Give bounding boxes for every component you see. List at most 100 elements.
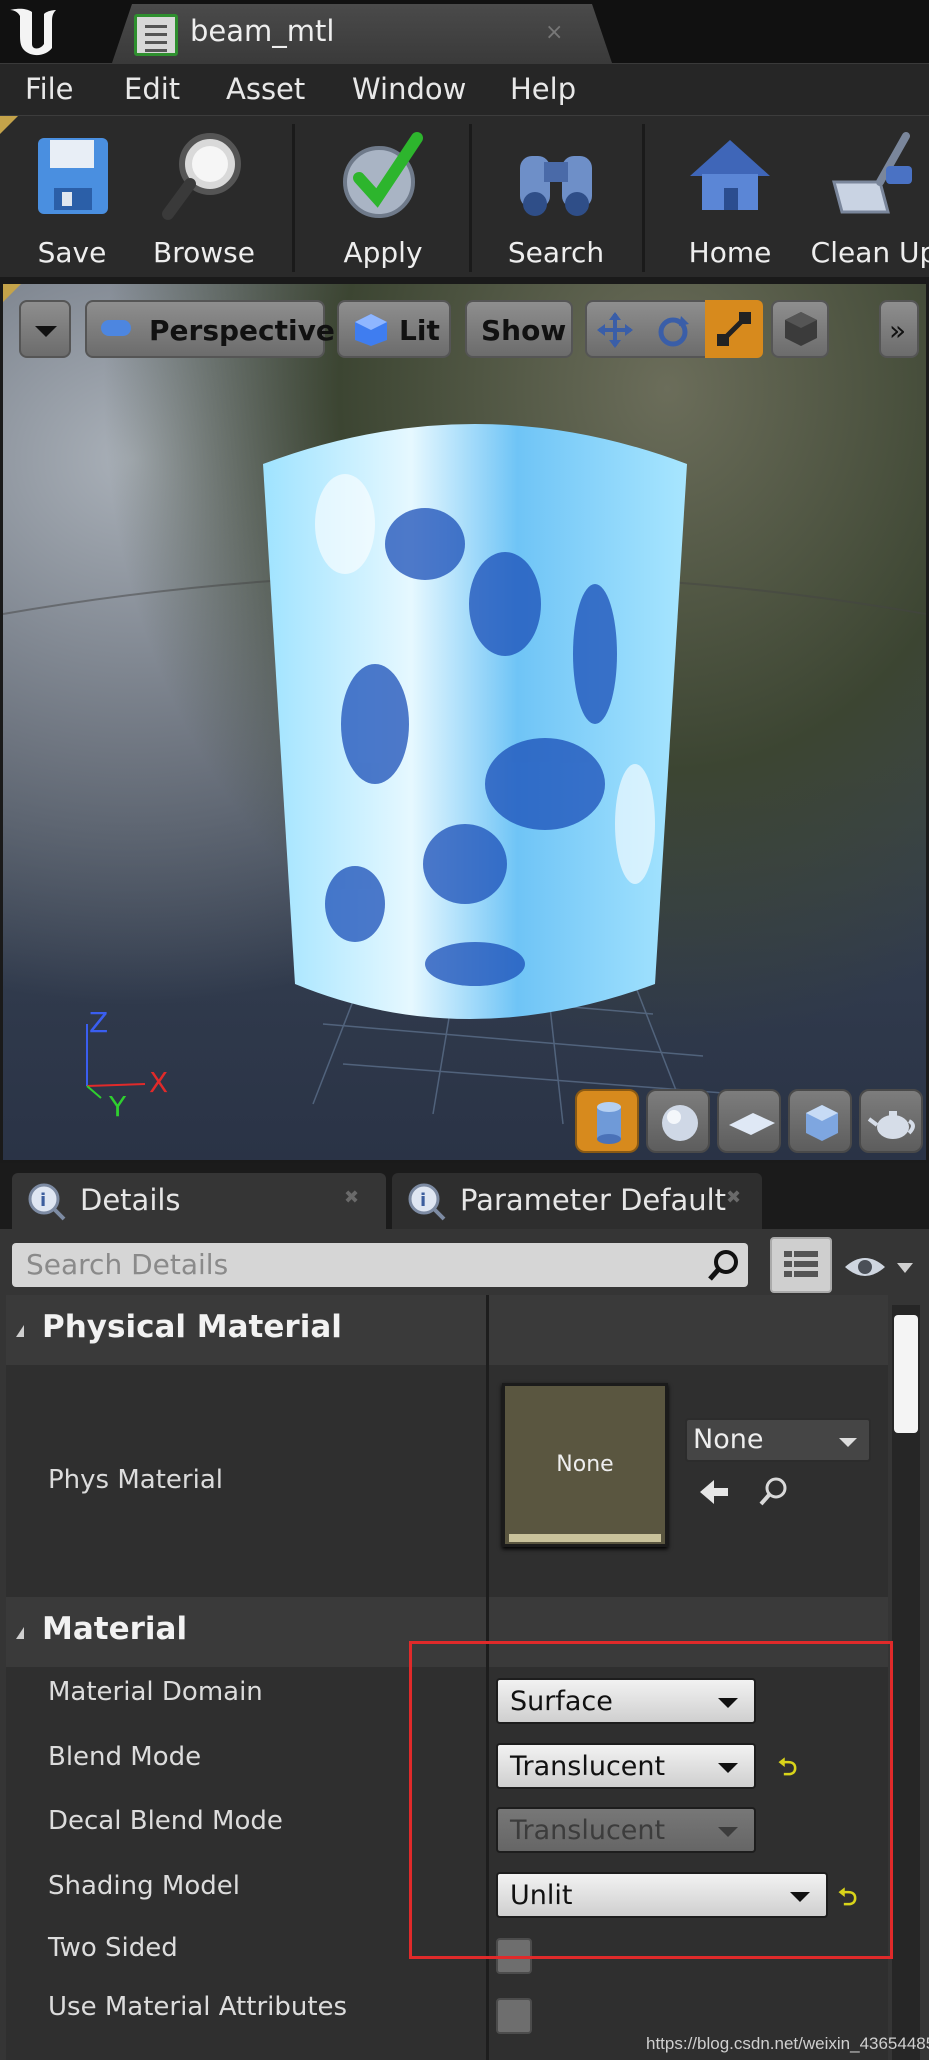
binoculars-search-icon (520, 156, 592, 216)
annotation-highlight-box (409, 1641, 893, 1959)
viewport-options-button[interactable] (19, 300, 71, 358)
details-scrollbar[interactable] (892, 1305, 920, 2060)
tab-parameter-default[interactable]: i Parameter Default ✖ (392, 1173, 762, 1229)
preview-teapot-button[interactable] (859, 1089, 923, 1153)
clean-up-label: Clean Up (810, 236, 929, 269)
checkmark-apply-icon (343, 132, 423, 218)
blend-mode-label: Blend Mode (48, 1742, 202, 1772)
rotate-tool-icon[interactable] (653, 312, 693, 348)
view-options-eye-icon[interactable] (843, 1247, 923, 1287)
close-tab-icon[interactable]: × (545, 20, 563, 45)
svg-text:i: i (420, 1190, 426, 1211)
axis-x-label: X (149, 1066, 169, 1099)
search-icon (708, 1250, 738, 1281)
category-physical-material[interactable]: Physical Material (6, 1295, 888, 1365)
save-label: Save (37, 236, 107, 269)
menu-help[interactable]: Help (510, 72, 576, 106)
preview-sphere-button[interactable] (646, 1089, 710, 1153)
search-placeholder: Search Details (26, 1248, 229, 1281)
tab-details[interactable]: i Details ✖ (12, 1173, 386, 1229)
show-button[interactable]: Show (465, 300, 573, 358)
browse-asset-icon[interactable] (756, 1474, 792, 1508)
axis-gizmo: Z X Y (75, 1006, 185, 1123)
phys-material-thumbnail[interactable]: None (502, 1383, 668, 1547)
browse-label: Browse (153, 236, 255, 269)
shading-model-label: Shading Model (48, 1871, 240, 1901)
asset-tab[interactable]: beam_mtl × (112, 4, 612, 63)
panel-tab-bar: i Details ✖ i Parameter Default ✖ (0, 1163, 929, 1229)
apply-button[interactable]: Apply (324, 126, 442, 271)
clean-up-button[interactable]: Clean Up (806, 126, 929, 271)
use-material-attributes-checkbox[interactable] (496, 1998, 532, 2034)
category-label: Physical Material (42, 1309, 342, 1345)
material-asset-icon (134, 14, 178, 56)
toolbar-corner-marker (0, 116, 18, 134)
asset-tab-title: beam_mtl (190, 14, 335, 48)
phys-material-value: None (693, 1424, 764, 1455)
column-divider (486, 1295, 489, 1597)
scale-tool-icon (717, 312, 751, 346)
use-selected-arrow-icon[interactable] (696, 1476, 732, 1508)
decal-blend-mode-label: Decal Blend Mode (48, 1806, 283, 1836)
translate-tool-icon[interactable] (595, 312, 635, 348)
camera-speed-button[interactable] (771, 300, 829, 358)
preview-cube-button[interactable] (788, 1089, 852, 1153)
apply-label: Apply (343, 236, 423, 269)
sphere-icon (662, 1105, 698, 1141)
scrollbar-thumb[interactable] (894, 1315, 918, 1433)
menu-file[interactable]: File (25, 72, 74, 106)
title-bar: beam_mtl × (0, 0, 929, 63)
thumbnail-asset-bar (509, 1534, 661, 1542)
tab-parameter-default-label: Parameter Default (460, 1183, 727, 1217)
preview-cylinder-button[interactable] (575, 1089, 639, 1153)
more-options-button[interactable]: » (879, 300, 919, 358)
two-sided-label: Two Sided (48, 1933, 178, 1963)
axis-z-label: Z (89, 1006, 109, 1039)
toolbar-separator (642, 124, 645, 272)
home-label: Home (688, 236, 772, 269)
close-tab-icon[interactable]: ✖ (344, 1187, 359, 1208)
menu-window[interactable]: Window (352, 72, 466, 106)
preview-viewport[interactable]: Perspective Lit Show » Z X Y (0, 281, 929, 1163)
collapse-triangle-icon (16, 1627, 24, 1639)
home-button[interactable]: Home (676, 126, 784, 271)
property-matrix-button[interactable] (770, 1237, 832, 1293)
browse-button[interactable]: Browse (146, 126, 262, 271)
preview-plane-button[interactable] (717, 1089, 781, 1153)
use-material-attributes-label: Use Material Attributes (48, 1992, 348, 2022)
dustpan-clean-icon (832, 132, 912, 214)
lit-button[interactable]: Lit (337, 300, 451, 358)
details-icon: i (408, 1183, 446, 1221)
menu-bar: File Edit Asset Window Help (0, 63, 929, 115)
cube-icon (785, 312, 817, 346)
phys-material-asset-picker[interactable]: None (685, 1418, 871, 1462)
toolbar-separator (469, 124, 472, 272)
menu-asset[interactable]: Asset (226, 72, 305, 106)
search-button[interactable]: Search (498, 126, 614, 271)
collapse-triangle-icon (16, 1325, 24, 1337)
menu-edit[interactable]: Edit (124, 72, 180, 106)
beam-material-preview-cylinder (263, 424, 687, 1019)
show-label: Show (481, 314, 567, 347)
scale-tool-button[interactable] (705, 300, 763, 358)
lit-cube-icon (355, 314, 387, 346)
chevron-down-icon (839, 1438, 857, 1447)
watermark-text: https://blog.csdn.net/weixin_43654485 (646, 2034, 929, 2053)
save-disk-icon (38, 138, 108, 214)
phys-material-label: Phys Material (48, 1465, 223, 1495)
toolbar-separator (292, 124, 295, 272)
viewport-corner-marker (3, 284, 21, 302)
details-icon: i (28, 1183, 66, 1221)
tab-details-label: Details (80, 1183, 181, 1217)
close-tab-icon[interactable]: ✖ (726, 1187, 741, 1208)
save-button[interactable]: Save (18, 126, 126, 271)
camera-icon (101, 320, 131, 336)
search-details-input[interactable]: Search Details (12, 1243, 748, 1287)
magnifier-browse-icon (162, 133, 241, 220)
chevron-double-right-icon: » (889, 314, 907, 347)
plane-icon (729, 1113, 775, 1135)
house-home-icon (690, 140, 770, 210)
perspective-label: Perspective (149, 314, 335, 347)
perspective-button[interactable]: Perspective (85, 300, 335, 358)
thumbnail-none-text: None (556, 1452, 614, 1477)
